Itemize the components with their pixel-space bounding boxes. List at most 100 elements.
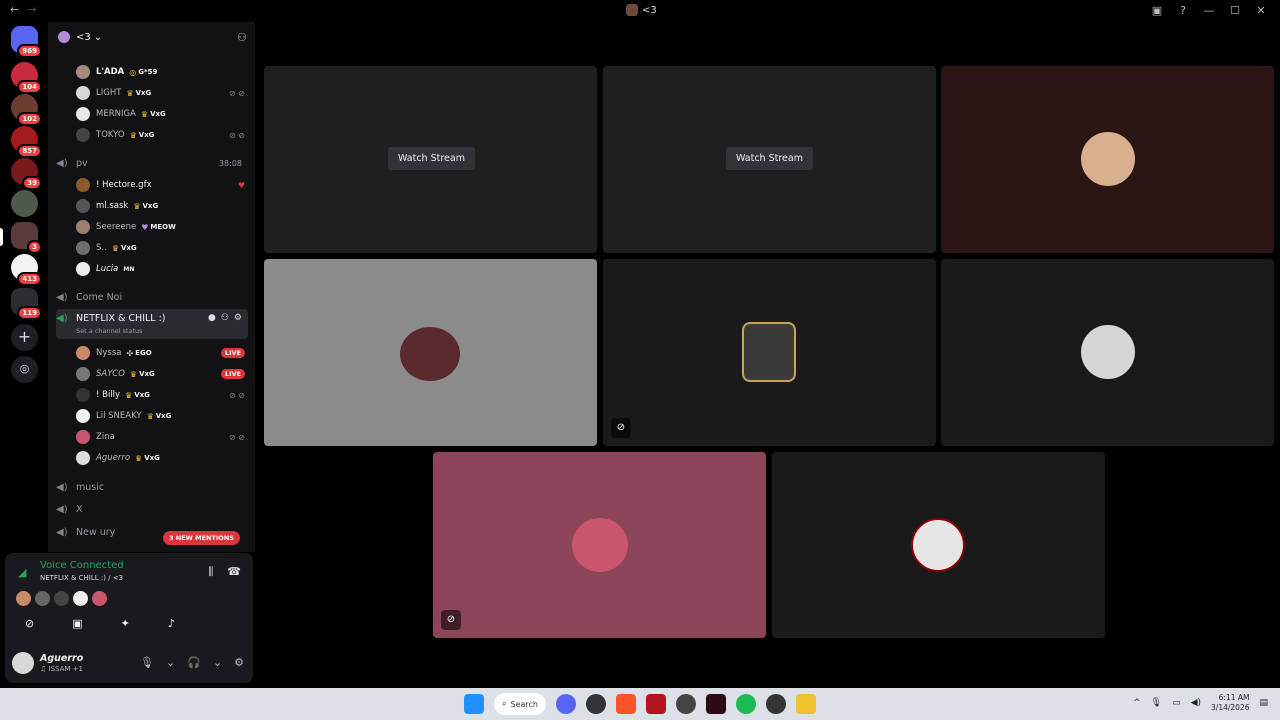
- app-icon[interactable]: [586, 694, 606, 714]
- maximize-icon[interactable]: ☐: [1228, 4, 1242, 17]
- microphone-icon[interactable]: 🎙: [140, 656, 154, 669]
- voice-user[interactable]: Seereene ♥ MEOW: [76, 218, 251, 236]
- participant-tile[interactable]: [264, 259, 597, 446]
- voice-channel-music[interactable]: ◀) music: [56, 477, 248, 497]
- chevron-down-icon[interactable]: ⌄: [213, 656, 222, 669]
- headphones-icon[interactable]: 🎧: [187, 656, 201, 669]
- avatar[interactable]: [92, 591, 107, 606]
- avatar: [572, 518, 628, 572]
- voice-user[interactable]: MERNIGA ♛ VxG: [76, 105, 251, 123]
- discord-icon[interactable]: [556, 694, 576, 714]
- speaker-icon: ◀): [56, 291, 68, 303]
- server-icon-3[interactable]: 857: [11, 126, 42, 158]
- server-folder[interactable]: 119: [11, 288, 42, 320]
- participant-tile[interactable]: [941, 259, 1274, 446]
- avatar[interactable]: [54, 591, 69, 606]
- voice-user[interactable]: Aguerro ♛ VxG: [76, 449, 251, 467]
- voice-user[interactable]: ml.sask ♛ VxG: [76, 197, 251, 215]
- chat-icon[interactable]: ●: [208, 313, 216, 323]
- voice-user[interactable]: ! Hectore.gfx ♥: [76, 176, 251, 194]
- app-icon[interactable]: [706, 694, 726, 714]
- voice-user[interactable]: S.. ♛ VxG: [76, 239, 251, 257]
- add-server-button[interactable]: +: [11, 324, 38, 351]
- disconnect-icon[interactable]: ☎: [227, 565, 241, 579]
- clock-time: 6:11 AM: [1218, 693, 1250, 702]
- noise-suppression-icon[interactable]: ⫼: [208, 565, 213, 579]
- guild-name: <3: [76, 31, 91, 43]
- forward-arrow-icon[interactable]: →: [27, 3, 44, 16]
- server-icon-5[interactable]: [11, 190, 38, 217]
- file-explorer-icon[interactable]: [796, 694, 816, 714]
- server-icon-1[interactable]: 104: [11, 62, 42, 94]
- channel-timer: 38:08: [218, 158, 242, 168]
- avatar[interactable]: [16, 591, 31, 606]
- participant-tile[interactable]: [941, 66, 1274, 253]
- signal-icon[interactable]: ◢: [18, 566, 26, 579]
- avatar[interactable]: [35, 591, 50, 606]
- search-box[interactable]: ⌕ Search: [494, 693, 546, 715]
- chevron-up-icon[interactable]: ^: [1133, 698, 1141, 708]
- server-icon-6[interactable]: 3: [11, 222, 42, 254]
- notification-icon[interactable]: ▤: [1259, 698, 1268, 708]
- invite-icon[interactable]: ⚇: [221, 313, 229, 323]
- windows-start-icon[interactable]: [464, 694, 484, 714]
- voice-user[interactable]: LIGHT ♛ VxG ⊘ ⊘: [76, 84, 251, 102]
- voice-channel-come-noi[interactable]: ◀) Come Noi: [56, 287, 248, 307]
- participant-tile[interactable]: ⊘: [603, 259, 936, 446]
- soundboard-icon[interactable]: ♪: [168, 617, 175, 630]
- network-icon[interactable]: ▭: [1172, 698, 1181, 708]
- gear-icon[interactable]: ⚙: [234, 313, 242, 323]
- close-icon[interactable]: ✕: [1254, 4, 1268, 17]
- dm-button[interactable]: 969: [11, 26, 42, 58]
- guild-header[interactable]: <3 ⌄ ⚇: [48, 22, 255, 52]
- channel-status[interactable]: Set a channel status: [76, 327, 143, 335]
- clock[interactable]: 6:11 AM 3/14/2026: [1211, 693, 1249, 713]
- voice-user[interactable]: SAYCO ♛ VxG LIVE: [76, 365, 251, 383]
- app-icon[interactable]: [676, 694, 696, 714]
- voice-user[interactable]: ! Billy ♛ VxG ⊘ ⊘: [76, 386, 251, 404]
- minimize-icon[interactable]: —: [1202, 4, 1216, 17]
- server-icon-2[interactable]: 102: [11, 94, 42, 126]
- participant-tile[interactable]: [772, 452, 1105, 638]
- stream-tile[interactable]: Watch Stream: [603, 66, 936, 253]
- volume-icon[interactable]: ◀): [1191, 698, 1201, 708]
- spotify-icon[interactable]: [736, 694, 756, 714]
- screen-share-icon[interactable]: ▣: [72, 617, 82, 630]
- voice-channel-pv[interactable]: ◀) pv 38:08: [56, 153, 248, 173]
- app-icon[interactable]: [646, 694, 666, 714]
- activities-icon[interactable]: ✦: [121, 617, 130, 630]
- inbox-icon[interactable]: ▣: [1150, 4, 1164, 17]
- voice-user[interactable]: Zina ⊘ ⊘: [76, 428, 251, 446]
- voice-user[interactable]: L'ADA ◎ G*59: [76, 63, 251, 81]
- app-icon[interactable]: [766, 694, 786, 714]
- voice-channel-x[interactable]: ◀) X: [56, 499, 248, 519]
- back-arrow-icon[interactable]: ←: [10, 3, 27, 16]
- server-icon-4[interactable]: 39: [11, 158, 42, 190]
- voice-user[interactable]: Lil SNEAKY ♛ VxG: [76, 407, 251, 425]
- voice-user[interactable]: Lucia MN: [76, 260, 251, 278]
- server-icon-7[interactable]: 413: [11, 254, 42, 286]
- avatar[interactable]: [73, 591, 88, 606]
- camera-off-icon[interactable]: ⊘: [25, 617, 34, 630]
- voice-channel-netflix[interactable]: ◀) NETFLIX & CHILL :) Set a channel stat…: [56, 309, 248, 339]
- voice-location[interactable]: NETFLIX & CHILL :) / <3: [40, 574, 123, 582]
- brave-icon[interactable]: [616, 694, 636, 714]
- chevron-down-icon[interactable]: ⌄: [166, 656, 175, 669]
- user-tag: ♛ VxG: [133, 201, 159, 211]
- voice-user[interactable]: Nyssa ✣ EGO LIVE: [76, 344, 251, 362]
- new-mentions-pill[interactable]: 3 NEW MENTIONS: [163, 531, 240, 545]
- notification-badge: 413: [17, 272, 42, 286]
- watch-stream-button[interactable]: Watch Stream: [388, 147, 475, 170]
- help-icon[interactable]: ?: [1176, 4, 1190, 17]
- participant-tile[interactable]: ⊘: [433, 452, 766, 638]
- voice-status[interactable]: Voice Connected: [40, 560, 124, 571]
- microphone-icon[interactable]: 🎙: [1151, 698, 1162, 708]
- watch-stream-button[interactable]: Watch Stream: [726, 147, 813, 170]
- avatar[interactable]: [12, 652, 34, 674]
- deafened-icon: ⊘: [611, 418, 631, 438]
- voice-user[interactable]: TOKYO ♛ VxG ⊘ ⊘: [76, 126, 251, 144]
- stream-tile[interactable]: Watch Stream: [264, 66, 597, 253]
- discover-icon[interactable]: ◎: [11, 356, 38, 383]
- invite-people-icon[interactable]: ⚇: [237, 31, 247, 44]
- gear-icon[interactable]: ⚙: [234, 656, 244, 669]
